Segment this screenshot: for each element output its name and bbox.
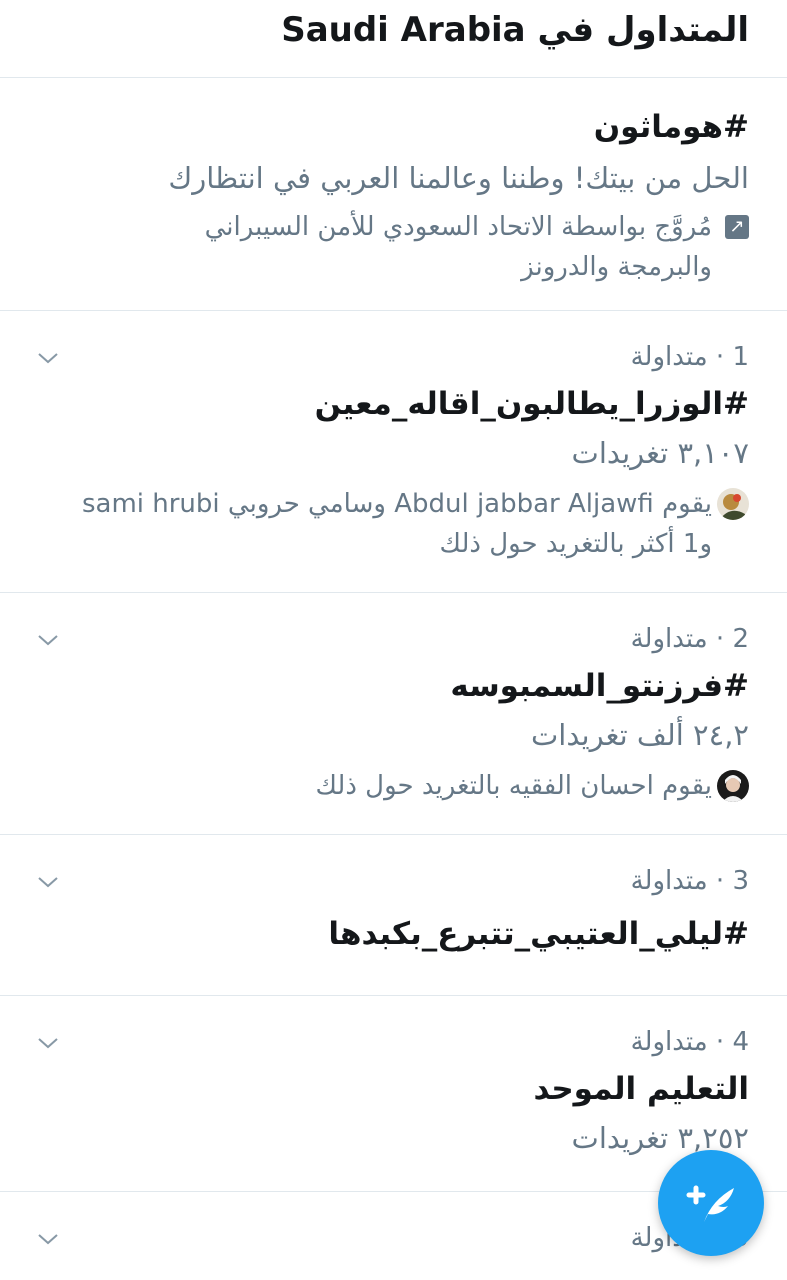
compose-tweet-icon <box>686 1185 734 1222</box>
page-title: المتداول في Saudi Arabia <box>281 10 749 50</box>
chevron-down-icon[interactable] <box>36 1227 60 1251</box>
trend-item[interactable]: 2 · متداولة #فرزنتو_السمبوسه ٢٤,٢ ألف تغ… <box>0 594 787 835</box>
trend-meta: 4 · متداولة <box>630 1027 749 1057</box>
trend-tweeters-text: يقوم احسان الفقيه بالتغريد حول ذلك <box>315 771 713 801</box>
promoted-icon: ↗ <box>725 215 749 239</box>
trend-name[interactable]: #فرزنتو_السمبوسه <box>450 668 749 704</box>
chevron-down-icon[interactable] <box>36 1031 60 1055</box>
promoted-trend[interactable]: #هوماثون الحل من بيتك! وطننا وعالمنا الع… <box>0 79 787 311</box>
promoted-by-label: مُروَّج بواسطة الاتحاد السعودي للأمن الس… <box>204 212 712 282</box>
trend-item[interactable]: 3 · متداولة #ليلي_العتيبي_تتبرع_بكبدها <box>0 836 787 996</box>
trend-tweeters-text: يقوم Abdul jabbar Aljawfi وسامي حروبي sa… <box>81 489 712 559</box>
trend-count: ٢٤,٢ ألف تغريدات <box>530 718 749 752</box>
trend-name[interactable]: #ليلي_العتيبي_تتبرع_بكبدها <box>328 916 749 952</box>
chevron-down-icon[interactable] <box>36 870 60 894</box>
avatar <box>717 488 749 520</box>
trend-item[interactable]: 1 · متداولة #الوزرا_يطالبون_اقاله_معين ٣… <box>0 312 787 593</box>
trend-meta: 1 · متداولة <box>630 342 749 372</box>
trend-tweeters: يقوم Abdul jabbar Aljawfi وسامي حروبي sa… <box>49 484 749 564</box>
trend-meta: 2 · متداولة <box>630 624 749 654</box>
avatar <box>717 770 749 802</box>
promoted-by: ↗ مُروَّج بواسطة الاتحاد السعودي للأمن ا… <box>109 207 749 287</box>
promoted-description: الحل من بيتك! وطننا وعالمنا العربي في ان… <box>168 161 749 195</box>
promoted-hashtag[interactable]: #هوماثون <box>594 109 749 145</box>
trend-name[interactable]: #الوزرا_يطالبون_اقاله_معين <box>315 386 749 422</box>
compose-tweet-button[interactable] <box>658 1150 764 1256</box>
header: المتداول في Saudi Arabia <box>0 0 787 78</box>
trend-count: ٣,١٠٧ تغريدات <box>571 436 749 470</box>
chevron-down-icon[interactable] <box>36 628 60 652</box>
trend-meta: 3 · متداولة <box>630 866 749 896</box>
trend-name[interactable]: التعليم الموحد <box>533 1071 749 1107</box>
trend-tweeters: يقوم احسان الفقيه بالتغريد حول ذلك <box>49 766 749 806</box>
chevron-down-icon[interactable] <box>36 346 60 370</box>
